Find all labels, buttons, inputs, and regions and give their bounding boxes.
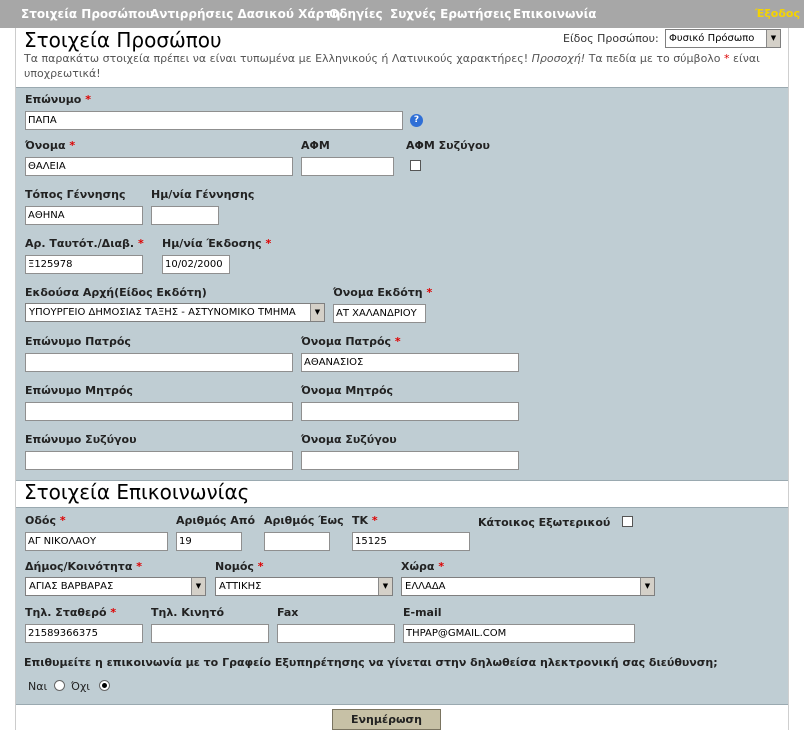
person-form-panel: Επώνυμο * ΠΑΠΑ ? Όνομα * ΑΦΜ ΑΦΜ Συζύγου… <box>16 87 788 481</box>
mobile-label: Τηλ. Κινητό <box>151 606 225 619</box>
abroad-checkbox[interactable] <box>622 516 633 527</box>
person-type-select[interactable]: Φυσικό Πρόσωπο ▼ <box>665 29 781 48</box>
prefecture-value: ΑΤΤΙΚΗΣ <box>219 581 262 592</box>
spouse-surname-label: Επώνυμο Συζύγου <box>25 433 137 446</box>
number-to-field[interactable] <box>264 532 330 551</box>
phone-label: Τηλ. Σταθερό * <box>25 606 117 619</box>
zip-field[interactable]: 15125 <box>352 532 470 551</box>
help-icon[interactable]: ? <box>410 114 423 127</box>
abroad-label: Κάτοικος Εξωτερικού <box>478 516 611 529</box>
nav-link-faq[interactable]: Συχνές Ερωτήσεις <box>390 7 511 21</box>
country-select[interactable]: ΕΛΛΑΔΑ ▼ <box>401 577 655 596</box>
number-to-label: Αριθμός Έως <box>264 514 344 527</box>
nav-link-person[interactable]: Στοιχεία Προσώπου <box>21 7 154 21</box>
update-button[interactable]: Ενημέρωση <box>332 709 441 730</box>
id-number-label: Αρ. Ταυτότ./Διαβ. * <box>25 237 144 250</box>
municipality-value: ΑΓΙΑΣ ΒΑΡΒΑΡΑΣ <box>29 581 114 592</box>
country-label: Χώρα * <box>401 560 445 573</box>
name-field[interactable]: ΘΑΛΕΙΑ <box>25 157 293 176</box>
top-navigation: Στοιχεία Προσώπου Αντιρρήσεις Δασικού Χά… <box>0 0 804 28</box>
municipality-select[interactable]: ΑΓΙΑΣ ΒΑΡΒΑΡΑΣ ▼ <box>25 577 206 596</box>
country-value: ΕΛΛΑΔΑ <box>405 581 446 592</box>
number-from-field[interactable]: 19 <box>176 532 242 551</box>
person-section-title: Στοιχεία Προσώπου <box>24 28 222 52</box>
name-label: Όνομα * <box>25 139 76 152</box>
required-star: * <box>724 52 730 65</box>
spouse-surname-field[interactable] <box>25 451 293 470</box>
issuer-name-field[interactable]: ΑΤ ΧΑΛΑΝΔΡΙΟΥ <box>333 304 426 323</box>
surname-field[interactable]: ΠΑΠΑ <box>25 111 403 130</box>
afm-label: ΑΦΜ <box>301 139 330 152</box>
birthdate-label: Ημ/νία Γέννησης <box>151 188 255 201</box>
mother-name-field[interactable] <box>301 402 519 421</box>
issuer-type-select[interactable]: ΥΠΟΥΡΓΕΙΟ ΔΗΜΟΣΙΑΣ ΤΑΞΗΣ - ΑΣΤΥΝΟΜΙΚΟ ΤΜ… <box>25 303 325 322</box>
fax-label: Fax <box>277 606 299 619</box>
note-text: Τα παρακάτω στοιχεία πρέπει να είναι τυπ… <box>24 52 529 65</box>
note-text-mid: Τα πεδία με το σύμβολο <box>588 52 721 65</box>
radio-yes[interactable] <box>54 680 65 691</box>
birthplace-label: Τόπος Γέννησης <box>25 188 126 201</box>
chevron-down-icon: ▼ <box>640 578 654 595</box>
mobile-field[interactable] <box>151 624 269 643</box>
afm-spouse-checkbox[interactable] <box>410 160 421 171</box>
note-warning: Προσοχή! <box>531 52 586 65</box>
scrollbar[interactable] <box>788 28 804 730</box>
instructions-note: Τα παρακάτω στοιχεία πρέπει να είναι τυπ… <box>24 51 774 81</box>
issuer-type-label: Εκδούσα Αρχή(Είδος Εκδότη) <box>25 286 207 299</box>
email-contact-question: Επιθυμείτε η επικοινωνία με το Γραφείο Ε… <box>24 656 718 669</box>
municipality-label: Δήμος/Κοινότητα * <box>25 560 142 573</box>
street-label: Οδός * <box>25 514 66 527</box>
chevron-down-icon: ▼ <box>191 578 205 595</box>
mother-name-label: Όνομα Μητρός <box>301 384 394 397</box>
father-name-field[interactable]: ΑΘΑΝΑΣΙΟΣ <box>301 353 519 372</box>
email-field[interactable]: THPAP@GMAIL.COM <box>403 624 635 643</box>
issue-date-label: Ημ/νία Έκδοσης * <box>162 237 272 250</box>
person-type-label: Είδος Προσώπου: <box>563 32 659 45</box>
issue-date-field[interactable]: 10/02/2000 <box>162 255 230 274</box>
number-from-label: Αριθμός Από <box>176 514 256 527</box>
mother-surname-label: Επώνυμο Μητρός <box>25 384 133 397</box>
nav-link-instructions[interactable]: Οδηγίες <box>329 7 383 21</box>
father-name-label: Όνομα Πατρός * <box>301 335 401 348</box>
email-label: E-mail <box>403 606 442 619</box>
contact-section-title: Στοιχεία Επικοινωνίας <box>24 480 250 504</box>
spouse-name-label: Όνομα Συζύγου <box>301 433 397 446</box>
father-surname-field[interactable] <box>25 353 293 372</box>
afm-field[interactable] <box>301 157 394 176</box>
chevron-down-icon: ▼ <box>378 578 392 595</box>
birthdate-field[interactable] <box>151 206 219 225</box>
street-field[interactable]: ΑΓ ΝΙΚΟΛΑΟΥ <box>25 532 168 551</box>
prefecture-label: Νομός * <box>215 560 264 573</box>
afm-spouse-label: ΑΦΜ Συζύγου <box>406 139 490 152</box>
person-type-value: Φυσικό Πρόσωπο <box>669 33 755 44</box>
chevron-down-icon: ▼ <box>310 304 324 321</box>
radio-yes-label: Ναι <box>28 680 48 693</box>
fax-field[interactable] <box>277 624 395 643</box>
prefecture-select[interactable]: ΑΤΤΙΚΗΣ ▼ <box>215 577 393 596</box>
spouse-name-field[interactable] <box>301 451 519 470</box>
mother-surname-field[interactable] <box>25 402 293 421</box>
radio-no[interactable] <box>99 680 110 691</box>
radio-no-label: Όχι <box>71 680 91 693</box>
issuer-type-value: ΥΠΟΥΡΓΕΙΟ ΔΗΜΟΣΙΑΣ ΤΑΞΗΣ - ΑΣΤΥΝΟΜΙΚΟ ΤΜ… <box>29 307 296 318</box>
chevron-down-icon: ▼ <box>766 30 780 47</box>
contact-form-panel: Οδός * Αριθμός Από Αριθμός Έως ΤΚ * Κάτο… <box>16 507 788 705</box>
birthplace-field[interactable]: ΑΘΗΝΑ <box>25 206 143 225</box>
nav-link-objections[interactable]: Αντιρρήσεις Δασικού Χάρτη <box>150 7 340 21</box>
nav-link-contact[interactable]: Επικοινωνία <box>513 7 597 21</box>
id-number-field[interactable]: Ξ125978 <box>25 255 143 274</box>
phone-field[interactable]: 21589366375 <box>25 624 143 643</box>
father-surname-label: Επώνυμο Πατρός <box>25 335 131 348</box>
zip-label: ΤΚ * <box>352 514 378 527</box>
exit-link[interactable]: Έξοδος <box>755 7 800 20</box>
surname-label: Επώνυμο * <box>25 93 91 106</box>
issuer-name-label: Όνομα Εκδότη * <box>333 286 433 299</box>
